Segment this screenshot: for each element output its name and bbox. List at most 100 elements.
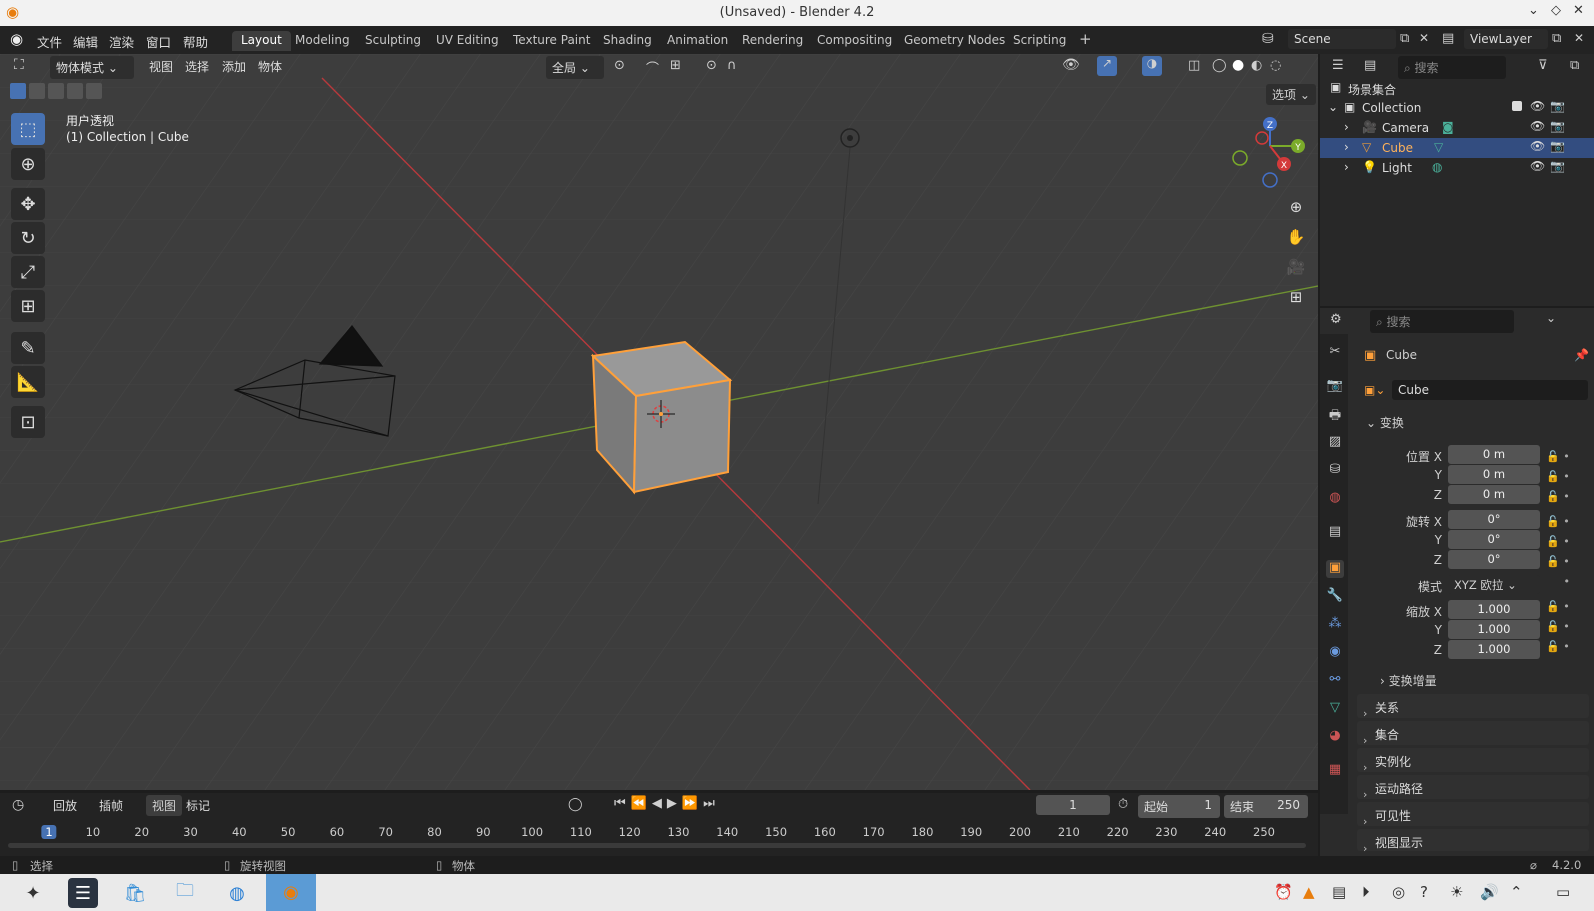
new-scene-icon[interactable]: ⧉: [1400, 31, 1409, 46]
tab-compositing[interactable]: Compositing: [808, 31, 901, 51]
blender-taskbar-icon[interactable]: ◉: [266, 874, 316, 911]
delta-transform-header[interactable]: › 变换增量: [1380, 672, 1437, 689]
outliner-item-camera[interactable]: › 🎥 Camera ◙ 👁 📷: [1320, 118, 1594, 138]
scene-icon[interactable]: ⛁: [1262, 31, 1274, 47]
select-intersect-icon[interactable]: [86, 83, 102, 99]
file-manager-icon[interactable]: 🗀: [170, 878, 200, 908]
properties-search-input[interactable]: ⌕ 搜索: [1370, 310, 1514, 333]
view-layer-tab-icon[interactable]: ▨: [1326, 434, 1344, 452]
lock-icon[interactable]: 🔓 •: [1546, 552, 1570, 572]
rotation-x-field[interactable]: 0°: [1448, 510, 1540, 529]
close-icon[interactable]: ✕: [1573, 3, 1584, 18]
properties-options-icon[interactable]: ⌄: [1546, 311, 1556, 325]
menu-help[interactable]: 帮助: [183, 32, 208, 51]
vlc-icon[interactable]: ▲: [1303, 883, 1315, 901]
outliner-scene-collection[interactable]: ▣ 场景集合: [1320, 78, 1594, 98]
alarm-icon[interactable]: ⏰: [1274, 883, 1293, 901]
menu-window[interactable]: 窗口: [146, 32, 171, 51]
constraints-tab-icon[interactable]: ⚯: [1326, 672, 1344, 690]
select-extend-icon[interactable]: [29, 83, 45, 99]
cursor-tool[interactable]: ⊕: [11, 148, 45, 180]
zoom-icon[interactable]: ⊕: [1283, 194, 1309, 220]
solid-shading-icon[interactable]: ●: [1232, 57, 1244, 73]
object-name-field[interactable]: Cube: [1392, 380, 1588, 400]
object-tab-icon[interactable]: ▣: [1326, 560, 1344, 578]
select-new-icon[interactable]: [10, 83, 26, 99]
modifier-tab-icon[interactable]: 🔧: [1326, 588, 1344, 606]
select-subtract-icon[interactable]: [48, 83, 64, 99]
tab-uv-editing[interactable]: UV Editing: [427, 31, 508, 51]
browser-icon[interactable]: ◍: [222, 878, 252, 908]
section-collections[interactable]: 集合: [1357, 721, 1589, 745]
section-relations[interactable]: 关系: [1357, 694, 1589, 718]
timeline-scrollbar[interactable]: [8, 843, 1306, 848]
select-box-tool[interactable]: ⬚: [11, 113, 45, 145]
render-camera-icon[interactable]: 📷: [1550, 159, 1565, 173]
section-visibility[interactable]: 可见性: [1357, 802, 1589, 826]
lock-icon[interactable]: 🔓 •: [1546, 617, 1570, 637]
tool-tab-icon[interactable]: ✂: [1326, 344, 1344, 362]
lock-icon[interactable]: 🔓 •: [1546, 532, 1570, 552]
lock-icon[interactable]: 🔓 •: [1546, 447, 1570, 467]
tab-shading[interactable]: Shading: [594, 31, 661, 51]
eye-icon[interactable]: 👁: [1530, 119, 1545, 133]
menu-render[interactable]: 渲染: [109, 32, 134, 51]
mode-selector[interactable]: 物体模式 ⌄: [50, 56, 134, 79]
display-mode-icon[interactable]: ▤: [1364, 58, 1376, 73]
timeline-menu-playback[interactable]: 回放: [53, 797, 77, 814]
playback-controls[interactable]: ⏮⏪◀▶⏩⏭: [614, 796, 720, 811]
new-collection-icon[interactable]: ⧉: [1570, 58, 1579, 73]
timeline-editor-icon[interactable]: ◷: [12, 797, 24, 813]
keyframe-dot-icon[interactable]: •: [1546, 572, 1570, 592]
rotation-y-field[interactable]: 0°: [1448, 530, 1540, 549]
tab-texture-paint[interactable]: Texture Paint: [504, 31, 599, 51]
expand-icon[interactable]: ›: [1344, 140, 1349, 154]
maximize-icon[interactable]: ◇: [1551, 3, 1561, 18]
measure-tool[interactable]: 📐: [11, 366, 45, 398]
render-camera-icon[interactable]: 📷: [1550, 139, 1565, 153]
clipboard-icon[interactable]: ▤: [1332, 883, 1346, 901]
rotate-tool[interactable]: ↻: [11, 222, 45, 254]
lock-icon[interactable]: 🔓 •: [1546, 467, 1570, 487]
pin-icon[interactable]: 📌: [1574, 348, 1589, 362]
end-frame-field[interactable]: 结束 250: [1224, 795, 1308, 818]
current-frame-field[interactable]: 1: [1036, 795, 1110, 815]
timeline-menu-keying[interactable]: 插帧: [99, 797, 123, 814]
editor-type-icon[interactable]: ⛶: [14, 57, 24, 73]
tab-scripting[interactable]: Scripting: [1004, 31, 1075, 51]
camera-view-icon[interactable]: 🎥: [1283, 254, 1309, 280]
falloff-icon[interactable]: ∩: [727, 58, 737, 73]
viewport-menu-add[interactable]: 添加: [222, 58, 246, 75]
output-tab-icon[interactable]: 🖶: [1326, 406, 1344, 424]
world-tab-icon[interactable]: ◍: [1326, 490, 1344, 508]
tab-layout[interactable]: Layout: [232, 31, 291, 51]
select-invert-icon[interactable]: [67, 83, 83, 99]
tab-geometry-nodes[interactable]: Geometry Nodes: [895, 31, 1014, 51]
visibility-icon[interactable]: 👁: [1062, 57, 1080, 73]
particles-tab-icon[interactable]: ⁂: [1326, 616, 1344, 634]
scene-selector[interactable]: Scene: [1288, 29, 1396, 49]
render-tab-icon[interactable]: 📷: [1326, 378, 1344, 396]
viewlayer-selector[interactable]: ViewLayer: [1464, 29, 1548, 49]
render-camera-icon[interactable]: 📷: [1550, 119, 1565, 133]
texture-tab-icon[interactable]: ▦: [1326, 762, 1344, 780]
location-y-field[interactable]: 0 m: [1448, 465, 1540, 484]
material-shading-icon[interactable]: ◐: [1251, 58, 1262, 73]
eye-icon[interactable]: 👁: [1530, 139, 1545, 153]
delete-scene-icon[interactable]: ✕: [1419, 31, 1429, 45]
orientation-selector[interactable]: 全局 ⌄: [546, 56, 604, 79]
show-desktop-icon[interactable]: ▭: [1556, 883, 1570, 901]
move-tool[interactable]: ✥: [11, 188, 45, 220]
viewport-menu-view[interactable]: 视图: [149, 58, 173, 75]
gizmo-toggle-icon[interactable]: ↗: [1097, 56, 1117, 76]
3d-viewport[interactable]: Z Y X: [0, 54, 1318, 790]
physics-tab-icon[interactable]: ◉: [1326, 644, 1344, 662]
volume-icon[interactable]: 🔊: [1480, 883, 1499, 901]
outliner-editor-icon[interactable]: ☰: [1332, 58, 1344, 73]
outliner-item-cube[interactable]: › ▽ Cube ▽ 👁 📷: [1320, 138, 1594, 158]
material-tab-icon[interactable]: ◕: [1326, 728, 1344, 746]
brightness-icon[interactable]: ☀: [1450, 883, 1463, 901]
section-instancing[interactable]: 实例化: [1357, 748, 1589, 772]
auto-keying-icon[interactable]: ◯: [568, 797, 583, 812]
datablock-type-icon[interactable]: ▣⌄: [1364, 383, 1388, 397]
